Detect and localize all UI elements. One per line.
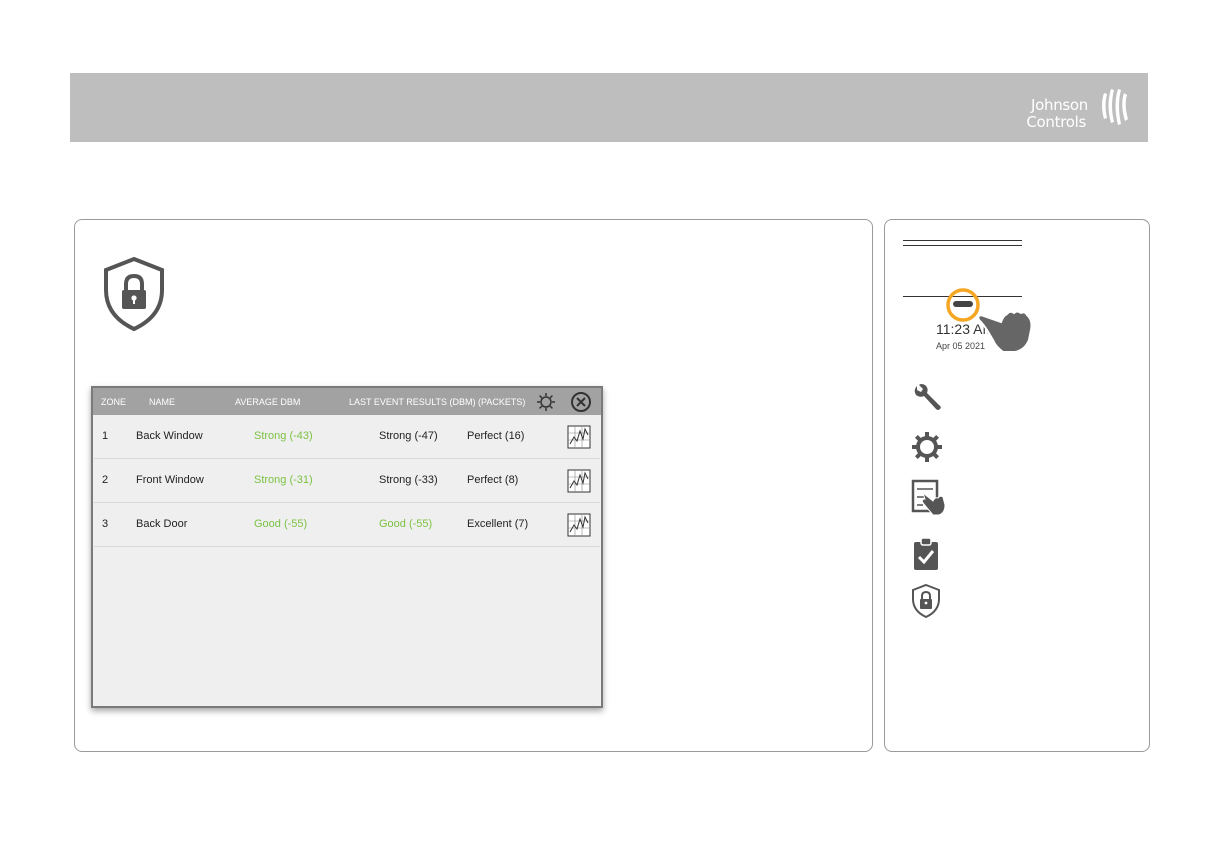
cell-zone: 1	[102, 430, 109, 442]
shield-lock-icon	[912, 583, 940, 619]
cell-name: Back Door	[136, 518, 188, 530]
clipboard-check-icon	[914, 537, 938, 570]
brand-line2: Controls	[1026, 113, 1086, 131]
header-bar: Johnson Controls	[70, 73, 1148, 142]
brand-logo: Johnson Controls	[1014, 85, 1134, 131]
cell-name: Front Window	[136, 474, 204, 486]
brand-line1: Johnson	[1030, 96, 1088, 114]
shield-lock-icon	[104, 256, 164, 332]
cell-average: Strong (-31)	[254, 474, 313, 486]
signal-graph-icon[interactable]	[567, 469, 591, 493]
signal-graph-icon[interactable]	[567, 425, 591, 449]
main-panel: ZONE NAME AVERAGE DBM LAST EVENT RESULTS…	[74, 219, 873, 752]
header-zone: ZONE	[101, 397, 127, 407]
close-circle-icon[interactable]	[570, 391, 592, 413]
cell-average: Strong (-43)	[254, 430, 313, 442]
header-last-event: LAST EVENT RESULTS (DBM) (PACKETS)	[349, 397, 526, 407]
cell-packets: Perfect (16)	[467, 430, 525, 442]
divider	[903, 240, 1022, 246]
cell-name: Back Window	[136, 430, 203, 442]
signal-graph-icon[interactable]	[567, 513, 591, 537]
touch-screen-icon	[911, 479, 946, 516]
side-panel: 11:23 AM Apr 05 2021	[884, 219, 1150, 752]
cell-average: Good (-55)	[254, 518, 308, 530]
cell-zone: 3	[102, 518, 109, 530]
hand-pointer-icon	[977, 310, 1033, 353]
table-row[interactable]: 1 Back Window Strong (-43) Strong (-47) …	[94, 415, 600, 459]
device-screen: ZONE NAME AVERAGE DBM LAST EVENT RESULTS…	[91, 386, 603, 708]
cell-packets: Excellent (7)	[467, 518, 529, 530]
header-average-dbm: AVERAGE DBM	[235, 397, 301, 407]
settings-gear-icon[interactable]	[536, 392, 556, 412]
table-header: ZONE NAME AVERAGE DBM LAST EVENT RESULTS…	[93, 388, 601, 415]
table-row[interactable]: 3 Back Door Good (-55) Good (-55) Excell…	[94, 503, 600, 547]
cell-last-event: Strong (-47)	[379, 430, 438, 442]
cell-last-event: Strong (-33)	[379, 474, 438, 486]
cell-packets: Perfect (8)	[467, 474, 519, 486]
wrench-icon	[914, 384, 941, 410]
table-row[interactable]: 2 Front Window Strong (-31) Strong (-33)…	[94, 459, 600, 503]
brand-mark-icon	[1102, 89, 1128, 125]
header-name: NAME	[149, 397, 176, 407]
gear-icon	[912, 432, 942, 462]
cell-last-event: Good (-55)	[379, 518, 433, 530]
cell-zone: 2	[102, 474, 109, 486]
